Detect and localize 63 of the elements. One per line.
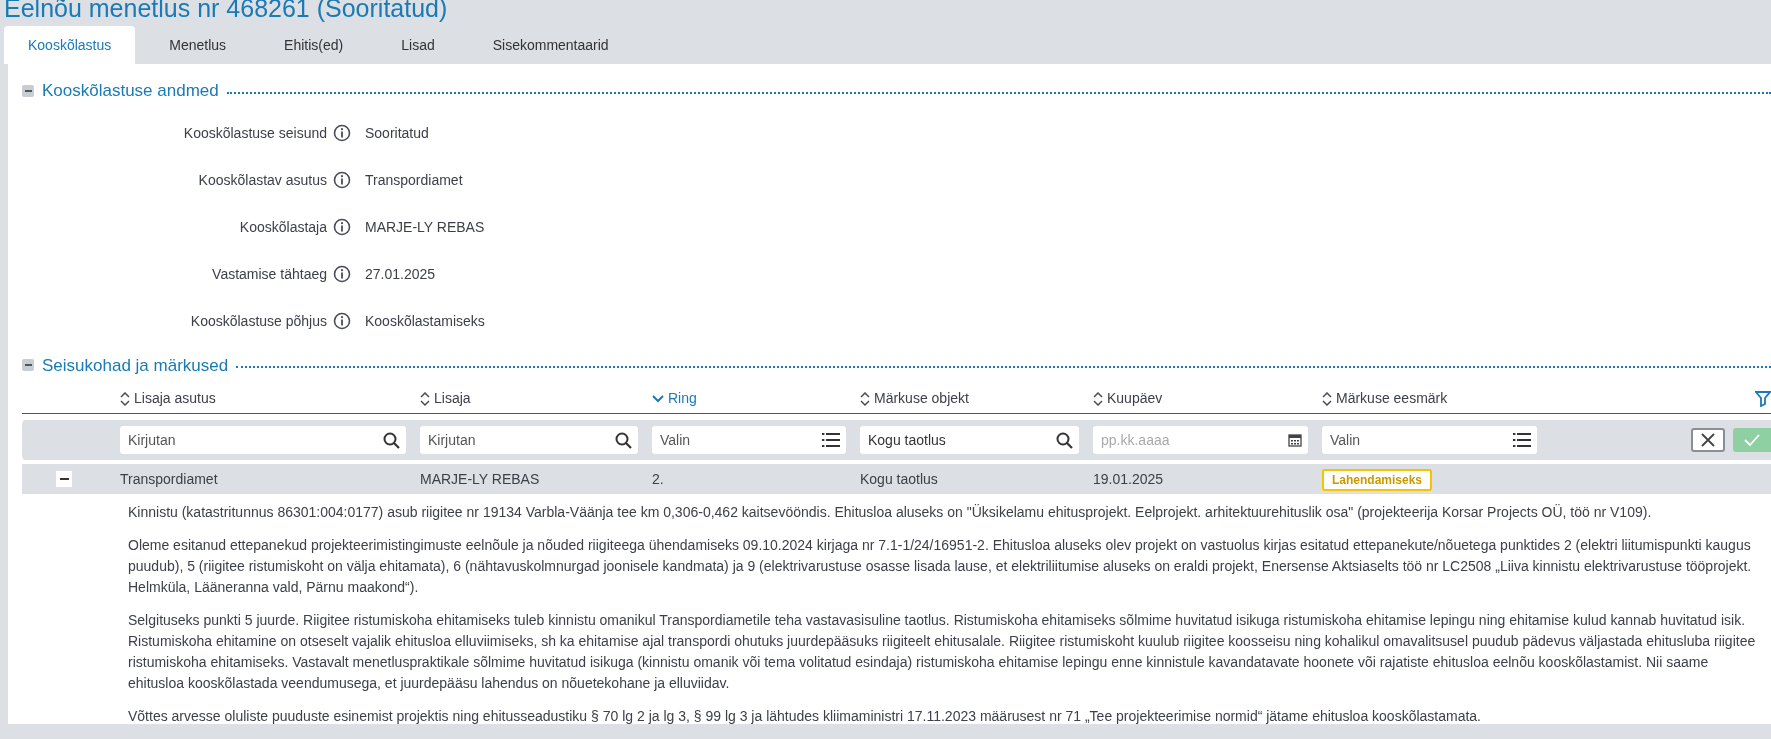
row-toggle[interactable] bbox=[56, 471, 72, 487]
collapse-toggle[interactable] bbox=[22, 359, 34, 372]
filter-icon bbox=[1755, 390, 1771, 407]
tab[interactable]: Lisad bbox=[377, 26, 459, 64]
table-cell-text: 2. bbox=[652, 469, 665, 489]
info-icon[interactable] bbox=[333, 124, 351, 142]
column-header[interactable]: Lisaja asutus bbox=[134, 388, 216, 409]
table-cell-text: MARJE-LY REBAS bbox=[420, 469, 541, 489]
select-box[interactable]: Valin bbox=[652, 426, 846, 454]
column-header[interactable]: Lisaja bbox=[434, 388, 471, 409]
field-value: MARJE-LY REBAS bbox=[365, 217, 485, 237]
table-cell-text: Kogu taotlus bbox=[860, 469, 939, 489]
list-icon bbox=[1513, 431, 1531, 449]
search-box[interactable]: Kirjutan bbox=[420, 426, 638, 454]
remark-paragraph: Kinnistu (katastritunnus 86301:004:0177) asub riigitee nr 19134 Varbla-Väänja tee km 0,306-0,462 kaitsevööndis. Ehitusloa aluseks on "Üksikelamu ehitusprojekt. Eelprojekt. arhitektuurehituslik osa" (projekteerija Korsar Projects OÜ, töö nr V109). bbox=[128, 503, 1653, 522]
calendar-icon bbox=[1288, 433, 1302, 447]
field-label: Kooskõlastav asutus bbox=[197, 170, 327, 190]
column-header[interactable]: Märkuse eesmärk bbox=[1336, 388, 1448, 409]
collapse-toggle[interactable] bbox=[22, 84, 34, 97]
table-cell-text: 19.01.2025 bbox=[1093, 469, 1165, 489]
section-title: Kooskõlastuse andmed bbox=[42, 80, 219, 102]
field-value: 27.01.2025 bbox=[365, 264, 436, 284]
list-icon bbox=[822, 431, 840, 449]
info-icon[interactable] bbox=[333, 312, 351, 330]
remark-paragraph: Võttes arvesse oluliste puuduste esinemist projektis ning ehitusseadustiku § 70 lg 2 ja lg 3, § 99 lg 3 ja lähtudes kliimaministri 17.11.2023 määrusest nr 71 „Tee projekteerimise normid“ jätame ehitusloa kooskõlastamata. bbox=[128, 707, 1482, 724]
select-field[interactable]: Valin bbox=[1328, 428, 1513, 452]
search-icon bbox=[1056, 431, 1073, 449]
select-field[interactable]: Valin bbox=[658, 428, 822, 452]
date-field[interactable]: pp.kk.aaaa bbox=[1099, 428, 1288, 452]
tab[interactable]: Sisekommentaarid bbox=[468, 26, 633, 64]
search-icon bbox=[615, 431, 632, 449]
field-label: Vastamise tähtaeg bbox=[211, 264, 327, 284]
field-value: Transpordiamet bbox=[365, 170, 463, 190]
input-field[interactable]: Kirjutan bbox=[426, 428, 615, 452]
info-icon[interactable] bbox=[333, 171, 351, 189]
field-label: Kooskõlastuse seisund bbox=[182, 123, 327, 143]
field-label: Kooskõlastaja bbox=[238, 217, 327, 237]
field-value: Sooritatud bbox=[365, 123, 429, 143]
input-field[interactable]: Kirjutan bbox=[126, 428, 383, 452]
search-box[interactable]: Kirjutan bbox=[120, 426, 406, 454]
tab[interactable]: Menetlus bbox=[145, 26, 251, 64]
date-box[interactable]: pp.kk.aaaa bbox=[1093, 426, 1308, 454]
input-field[interactable]: Kogu taotlus bbox=[866, 428, 1056, 452]
remark-paragraph: Oleme esitanud ettepanekud projekteerimistingimuste eelnõule ja nõuded riigiteega ühendamiseks 09.10.2024 kirjaga nr 7.1-1/24/16951-2. Ehitusloa aluseks olev projekt on vastuolus kirjas esitatud ettepanekute/nõuetega punktides 2 (elektri liitumispunkti kaugus puudub), 5 (riigitee ristumiskoht on välja ehitamata), 6 (nähtavuskolmnurgad joonisele kandmata) ja 9 (elektrivarustuse osasse lisada lause, et elektriliitumise aluseks on eraldi projekt, Enersense Aktsiaselts töö nr LC2508 „Liiva kinnistu elektrivarustuse tööprojekt. Helmküla, Lääneranna vald, Pärnu maakond“). bbox=[128, 536, 1753, 597]
check-icon bbox=[1743, 432, 1761, 448]
column-header[interactable]: Kuupäev bbox=[1107, 388, 1163, 409]
info-icon[interactable] bbox=[333, 218, 351, 236]
status-tag: Lahendamiseks bbox=[1322, 468, 1433, 491]
info-icon[interactable] bbox=[333, 265, 351, 283]
select-box[interactable]: Valin bbox=[1322, 426, 1537, 454]
field-label: Kooskõlastuse põhjus bbox=[189, 311, 327, 331]
field-value: Kooskõlastamiseks bbox=[365, 311, 485, 331]
column-header[interactable]: Ring bbox=[668, 388, 697, 409]
search-icon bbox=[383, 431, 400, 449]
tab[interactable]: Ehitis(ed) bbox=[260, 26, 368, 64]
clear-filter-button[interactable] bbox=[1691, 428, 1725, 452]
search-box[interactable]: Kogu taotlus bbox=[860, 426, 1079, 454]
column-header[interactable]: Märkuse objekt bbox=[874, 388, 969, 409]
table-cell-text: Transpordiamet bbox=[120, 469, 219, 489]
tab[interactable]: Kooskõlastus bbox=[4, 26, 136, 64]
remark-paragraph: Selgituseks punkti 5 juurde. Riigitee ristumiskoha ehitamiseks tuleb kinnistu omanikul Transpordiametile teha vastavasisuline taotlus. Ristumiskoha ehitamiseks sõlmime huvitatud isikuga ristumiskoha ehitamise lepingu ning ehitamise kulud kannab huvitatud isik. Ristumiskoha ehitamine on otseselt vajalik ehitusloa elluviimiseks, sh ka ehitamise ajal transpordi ohutuks juurdepääsuks riigiteelt ehitusalale. Riigitee ristumiskoht kuulub riigitee koosseisu ning kohalikul omavalitsusel puudub pädevus väljastada ehitusluba riigitee ristumiskoha ehitamiseks. Vastavalt menetluspraktikale sõlmime huvitatud isikuga (kinnistu omanik või tema volitatud esindaja) ristumiskoha ehitamise lepingu enne kinnistule kavandatavate hoonete või rajatiste ehitusloa eelnõu kooskõlastamist. Nii saame ehitusloa kooskõlastada veendumusega, et juurdepääsu lahendus on nõuetekohane ja elluviidav. bbox=[128, 611, 1757, 693]
close-icon bbox=[1700, 432, 1716, 448]
section-title: Seisukohad ja märkused bbox=[42, 354, 229, 377]
